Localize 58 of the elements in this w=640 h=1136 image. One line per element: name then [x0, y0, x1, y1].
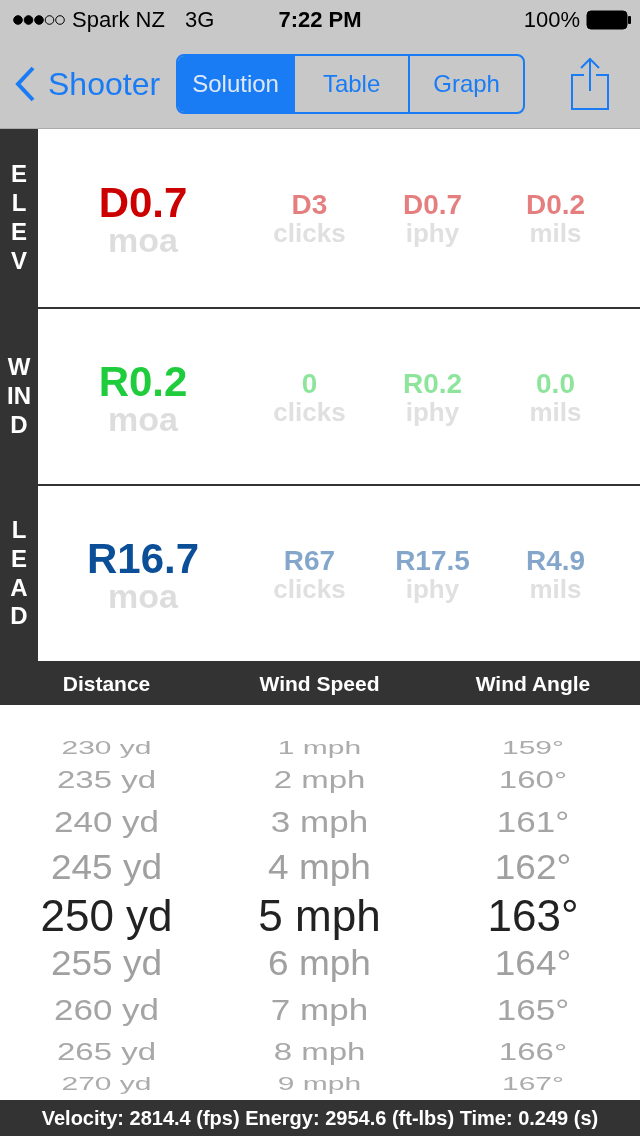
battery-icon — [586, 10, 632, 30]
picker-option[interactable]: 159° — [501, 737, 565, 758]
converted-value: R4.9 — [525, 545, 586, 576]
picker-option[interactable]: 6 mph — [268, 944, 371, 983]
converted-value: D0.7 — [402, 190, 463, 220]
picker-option[interactable]: 161° — [496, 805, 570, 839]
picker-option[interactable]: 8 mph — [273, 1037, 366, 1066]
converted-value: R0.2 — [402, 368, 463, 399]
segment-tab[interactable]: Graph — [408, 56, 524, 112]
picker-option[interactable]: 160° — [498, 765, 568, 794]
picker-option[interactable]: 250 yd — [40, 891, 173, 940]
section-label: WIND — [7, 353, 31, 440]
network-type: 3G — [184, 7, 215, 33]
picker-option[interactable]: 167° — [501, 1073, 565, 1094]
picker-option[interactable]: 5 mph — [258, 891, 381, 940]
back-button[interactable]: Shooter — [14, 65, 161, 103]
section-label: ELEV — [10, 160, 28, 276]
main-value: R16.7 — [86, 536, 200, 581]
picker-option[interactable]: 230 yd — [61, 737, 152, 758]
picker-option[interactable]: 245 yd — [50, 848, 163, 887]
picker-option[interactable]: 163° — [487, 891, 579, 940]
picker-option[interactable]: 260 yd — [53, 993, 160, 1027]
converted-value: D3 — [291, 190, 328, 220]
picker-option[interactable]: 265 yd — [56, 1037, 157, 1066]
segment-tab[interactable]: Table — [293, 56, 409, 112]
picker-option[interactable]: 4 mph — [268, 848, 371, 887]
picker-option[interactable]: 166° — [498, 1037, 568, 1066]
ballistics-summary: Velocity: 2814.4 (fps) Energy: 2954.6 (ft-lbs) Time: 0.249 (s) — [41, 1106, 599, 1130]
signal-icon — [12, 14, 66, 26]
picker-option[interactable]: 255 yd — [50, 944, 163, 983]
share-icon[interactable] — [570, 57, 610, 111]
column-heading: Wind Angle — [474, 672, 592, 696]
picker-option[interactable]: 164° — [494, 944, 572, 983]
picker-option[interactable]: 2 mph — [273, 765, 366, 794]
picker-option[interactable]: 162° — [494, 848, 572, 887]
column-heading: Distance — [61, 672, 152, 696]
picker-option[interactable]: 7 mph — [270, 993, 369, 1027]
picker-option[interactable]: 3 mph — [270, 805, 369, 839]
chevron-icon — [14, 65, 36, 103]
battery-percent: 100% — [523, 7, 580, 33]
clock-time: 7:22 PM — [278, 7, 362, 33]
segment-tab[interactable]: Solution — [178, 56, 294, 112]
converted-value: 0 — [301, 368, 318, 399]
column-heading: Wind Speed — [258, 672, 381, 696]
picker-option[interactable]: 9 mph — [277, 1073, 362, 1094]
picker-option[interactable]: 1 mph — [277, 737, 362, 758]
main-value: D0.7 — [98, 181, 188, 225]
converted-value: R17.5 — [395, 545, 470, 576]
picker-option[interactable]: 235 yd — [56, 765, 157, 794]
picker-option[interactable]: 240 yd — [53, 805, 160, 839]
section-label: LEAD — [9, 515, 29, 632]
main-value: R0.2 — [98, 359, 188, 404]
picker-option[interactable]: 270 yd — [61, 1073, 152, 1094]
converted-value: D0.2 — [525, 190, 586, 220]
carrier-name: Spark NZ — [72, 7, 165, 33]
picker-option[interactable]: 165° — [496, 993, 570, 1027]
converted-value: 0.0 — [536, 368, 575, 399]
converted-value: R67 — [283, 545, 336, 576]
